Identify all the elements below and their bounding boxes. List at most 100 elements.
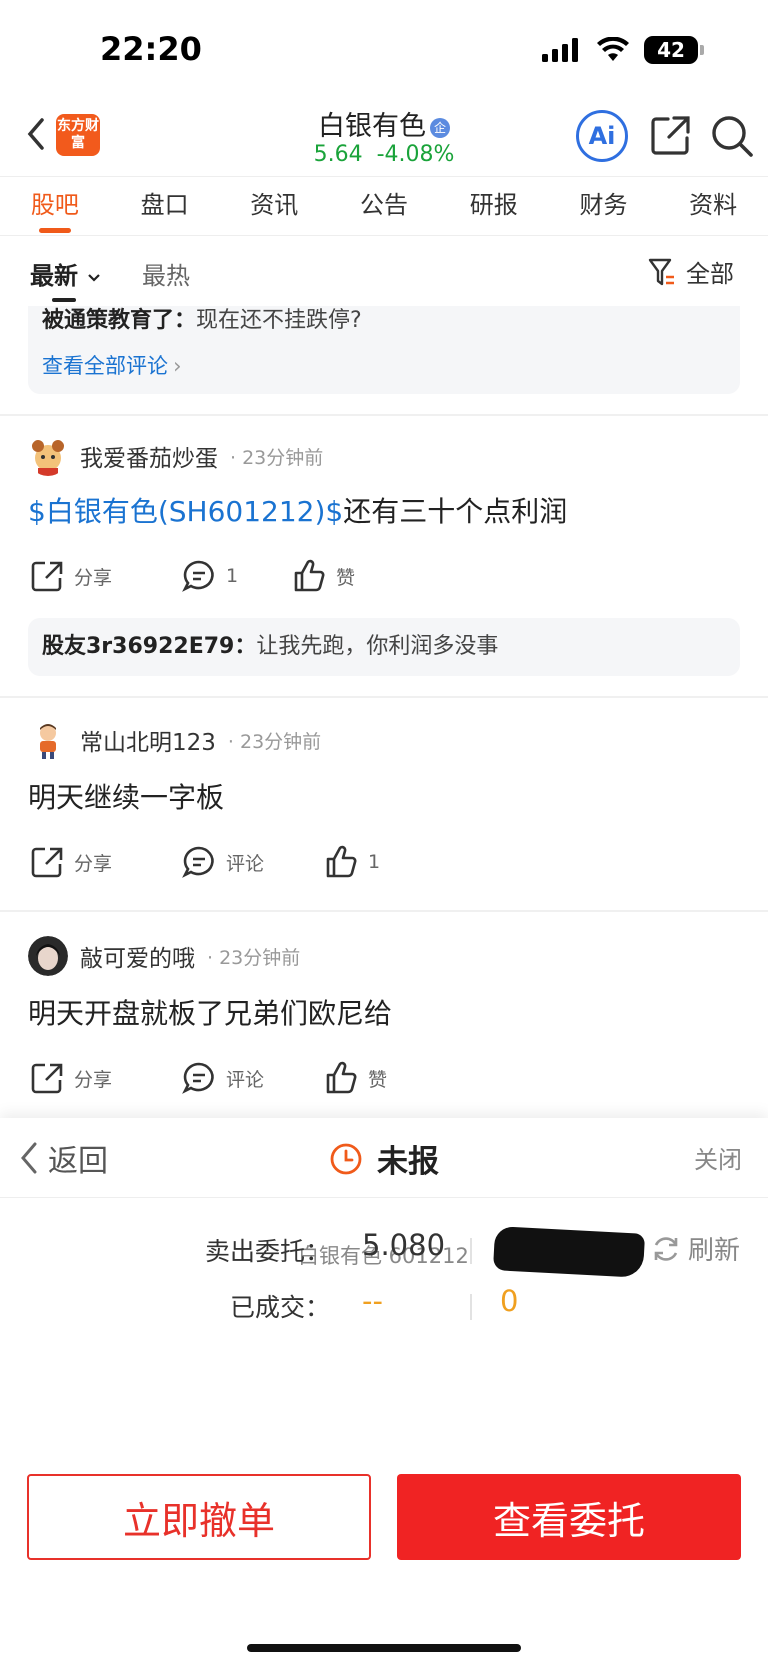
reply-line: 被通策教育了：现在还不挂跌停? — [42, 306, 726, 336]
like-button[interactable]: 赞 — [324, 1061, 387, 1095]
filled-line-block: 已成交： -- 0 — [0, 1280, 768, 1336]
comment-icon — [182, 1062, 214, 1094]
share-icon[interactable] — [650, 114, 692, 156]
cancel-order-button[interactable]: 立即撤单 — [27, 1474, 371, 1560]
post-text: 还有三十个点利润 — [343, 495, 568, 528]
comment-count: 1 — [226, 565, 239, 587]
chevron-down-icon — [88, 274, 101, 282]
tab-research[interactable]: 研报 — [439, 177, 549, 235]
status-bar: 22:20 42 — [0, 0, 768, 100]
post-item[interactable]: 我爱番茄炒蛋 · 23分钟前 $白银有色(SH601212)$还有三十个点利润 … — [0, 416, 768, 696]
sell-entrust-price: 5.080 — [362, 1228, 446, 1262]
comment-icon — [182, 560, 214, 592]
sell-entrust-label: 卖出委托： — [204, 1237, 330, 1266]
post-header: 常山北明123 · 23分钟前 — [0, 712, 768, 768]
sort-newest[interactable]: 最新 — [30, 256, 102, 291]
filter-button[interactable]: 全部 — [648, 254, 734, 289]
clock-icon — [330, 1143, 362, 1174]
share-button[interactable]: 分享 — [30, 845, 182, 879]
comment-button[interactable]: 评论 — [182, 845, 324, 879]
post-time: · 23分钟前 — [207, 946, 301, 969]
like-label: 赞 — [368, 1068, 388, 1091]
battery-icon: 42 — [644, 36, 704, 64]
like-button[interactable]: 1 — [324, 845, 380, 879]
field-separator — [470, 1294, 472, 1320]
battery-level: 42 — [657, 38, 685, 62]
share-label: 分享 — [74, 852, 113, 875]
home-indicator[interactable] — [247, 1644, 521, 1652]
tab-announcements[interactable]: 公告 — [329, 177, 439, 235]
share-button[interactable]: 分享 — [30, 1061, 182, 1095]
share-icon — [31, 561, 63, 592]
filled-price: -- — [362, 1284, 383, 1318]
post-header: 敲可爱的哦 · 23分钟前 — [0, 928, 768, 984]
post-time: · 23分钟前 — [230, 446, 324, 469]
filter-icon — [648, 258, 674, 285]
order-status-title: 未报 — [0, 1136, 768, 1181]
avatar[interactable] — [28, 720, 68, 760]
clock: 22:20 — [100, 30, 202, 68]
post-actions: 分享 1 赞 — [0, 546, 768, 606]
stock-name: 白银有色 — [318, 111, 426, 142]
stock-mention-link[interactable]: $白银有色(SH601212)$ — [28, 495, 343, 528]
sort-underline — [52, 298, 76, 302]
comment-label: 评论 — [226, 852, 265, 875]
comment-label: 评论 — [226, 1068, 265, 1091]
reply-preview[interactable]: 被通策教育了：现在还不挂跌停? 查看全部评论 › — [28, 306, 740, 394]
post-feed: 被通策教育了：现在还不挂跌停? 查看全部评论 › 我爱番茄炒蛋 · 23分钟前 … — [0, 306, 768, 1116]
post-actions: 分享 评论 1 — [0, 832, 768, 892]
stock-tabs: 股吧 盘口 资讯 公告 研报 财务 资料 — [0, 176, 768, 236]
post-author[interactable]: 我爱番茄炒蛋 — [80, 439, 218, 473]
post-author[interactable]: 敲可爱的哦 — [80, 939, 195, 973]
tab-guba[interactable]: 股吧 — [0, 177, 110, 235]
tab-finance[interactable]: 财务 — [549, 177, 659, 235]
view-orders-button[interactable]: 查看委托 — [397, 1474, 741, 1560]
reply-text: 让我先跑，你利润多没事 — [256, 634, 499, 659]
view-all-label: 查看全部评论 — [42, 354, 168, 378]
share-label: 分享 — [74, 1068, 113, 1091]
share-button[interactable]: 分享 — [30, 559, 182, 593]
reply-user[interactable]: 股友3r36922E79： — [42, 634, 256, 659]
reply-preview[interactable]: 股友3r36922E79：让我先跑，你利润多没事 — [28, 618, 740, 676]
view-all-comments[interactable]: 查看全部评论 › — [42, 350, 726, 380]
post-content[interactable]: 明天继续一字板 — [0, 776, 768, 820]
post-item[interactable]: 常山北明123 · 23分钟前 明天继续一字板 分享 评论 1 — [0, 698, 768, 910]
reply-user[interactable]: 被通策教育了： — [42, 308, 196, 333]
share-icon — [31, 847, 63, 878]
tab-news[interactable]: 资讯 — [219, 177, 329, 235]
comment-button[interactable]: 评论 — [182, 1061, 324, 1095]
enterprise-badge: 企 — [430, 118, 450, 138]
sort-hottest[interactable]: 最热 — [142, 256, 190, 291]
sheet-header: 返回 未报 关闭 — [0, 1118, 768, 1198]
tab-pankou[interactable]: 盘口 — [110, 177, 220, 235]
share-icon — [31, 1063, 63, 1094]
stock-change: -4.08% — [376, 142, 455, 167]
post-item[interactable]: 敲可爱的哦 · 23分钟前 明天开盘就板了兄弟们欧尼给 分享 评论 赞 — [0, 912, 768, 1108]
post-time: · 23分钟前 — [227, 730, 322, 753]
comment-icon — [182, 846, 214, 878]
avatar[interactable] — [28, 436, 68, 476]
filled-quantity: 0 — [500, 1284, 519, 1318]
signal-icon — [542, 38, 578, 62]
redacted-quantity — [492, 1226, 646, 1278]
search-icon[interactable] — [710, 114, 754, 158]
reply-text: 现在还不挂跌停? — [196, 308, 362, 333]
ai-button[interactable]: Ai — [576, 110, 628, 162]
thumbs-up-icon — [326, 845, 357, 878]
thumbs-up-icon — [326, 1061, 357, 1094]
order-status-sheet: 返回 未报 关闭 白银有色 601212 刷新 卖出委托： 5.080 已成交：… — [0, 1118, 768, 1665]
comment-button[interactable]: 1 — [182, 559, 292, 593]
field-separator — [470, 1238, 472, 1264]
like-count: 1 — [368, 851, 381, 873]
post-author[interactable]: 常山北明123 — [80, 723, 216, 757]
order-status-label: 未报 — [377, 1144, 439, 1180]
post-content[interactable]: 明天开盘就板了兄弟们欧尼给 — [0, 992, 768, 1036]
avatar[interactable] — [28, 936, 68, 976]
post-header: 我爱番茄炒蛋 · 23分钟前 — [0, 428, 768, 484]
like-button[interactable]: 赞 — [292, 559, 355, 593]
sell-order-line-block: 卖出委托： 5.080 — [0, 1222, 768, 1278]
post-content[interactable]: $白银有色(SH601212)$还有三十个点利润 — [0, 490, 768, 534]
sheet-close-button[interactable]: 关闭 — [694, 1140, 742, 1175]
tab-profile[interactable]: 资料 — [658, 177, 768, 235]
like-label: 赞 — [336, 566, 356, 589]
